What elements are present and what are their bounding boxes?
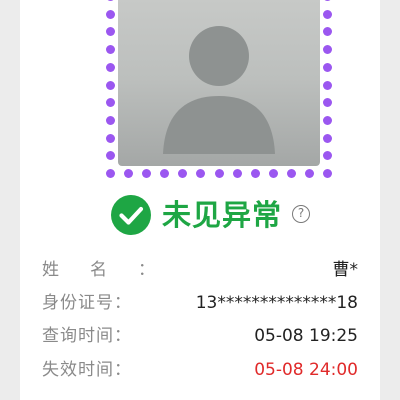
frame-dot <box>196 169 206 178</box>
name-label: 姓名： <box>42 260 186 280</box>
status-row: 未见异常 ? <box>20 193 380 237</box>
frame-dot <box>214 169 224 178</box>
frame-dot <box>106 80 115 90</box>
info-row-id: 身份证号： 13**************18 <box>42 291 358 315</box>
frame-dot <box>106 27 115 37</box>
frame-dot <box>323 115 332 125</box>
help-icon[interactable]: ? <box>292 205 310 223</box>
frame-dot <box>142 169 152 178</box>
frame-dot <box>323 151 332 161</box>
frame-dot <box>106 45 115 55</box>
profile-photo <box>118 0 320 166</box>
check-circle-icon <box>111 195 151 235</box>
frame-dot <box>323 80 332 90</box>
health-status-card: 未见异常 ? 姓名： 曹* 身份证号： 13**************18 查… <box>20 0 380 400</box>
query-time-value: 05-08 19:25 <box>254 326 358 346</box>
info-row-name: 姓名： 曹* <box>42 258 358 282</box>
expiry-time-value: 05-08 24:00 <box>254 360 358 380</box>
query-time-label: 查询时间： <box>42 326 132 346</box>
frame-dot <box>124 169 134 178</box>
status-text: 未见异常 <box>162 198 283 232</box>
info-row-query-time: 查询时间： 05-08 19:25 <box>42 324 358 348</box>
frame-dot <box>106 0 115 1</box>
info-row-expiry-time: 失效时间： 05-08 24:00 <box>42 358 358 382</box>
photo-frame <box>106 0 332 178</box>
id-number-value: 13**************18 <box>195 293 358 313</box>
frame-dot <box>323 9 332 19</box>
frame-dot <box>323 0 332 1</box>
expiry-time-label: 失效时间： <box>42 360 132 380</box>
frame-dot <box>304 169 314 178</box>
frame-dot <box>268 169 278 178</box>
frame-dot <box>106 98 115 108</box>
frame-dot <box>323 98 332 108</box>
person-silhouette-icon <box>118 0 320 166</box>
frame-dot <box>323 27 332 37</box>
frame-dot <box>323 169 332 178</box>
frame-dot <box>232 169 242 178</box>
frame-dot <box>323 45 332 55</box>
frame-dot <box>250 169 260 178</box>
frame-dot <box>323 62 332 72</box>
frame-dot <box>106 9 115 19</box>
frame-dot <box>106 62 115 72</box>
frame-dot <box>323 133 332 143</box>
name-value: 曹* <box>332 260 359 280</box>
frame-dot <box>178 169 188 178</box>
frame-dot <box>106 169 115 178</box>
id-number-label: 身份证号： <box>42 293 132 313</box>
frame-dot <box>286 169 296 178</box>
frame-dot <box>106 151 115 161</box>
frame-dot <box>106 133 115 143</box>
frame-dot <box>160 169 170 178</box>
frame-dot <box>106 115 115 125</box>
